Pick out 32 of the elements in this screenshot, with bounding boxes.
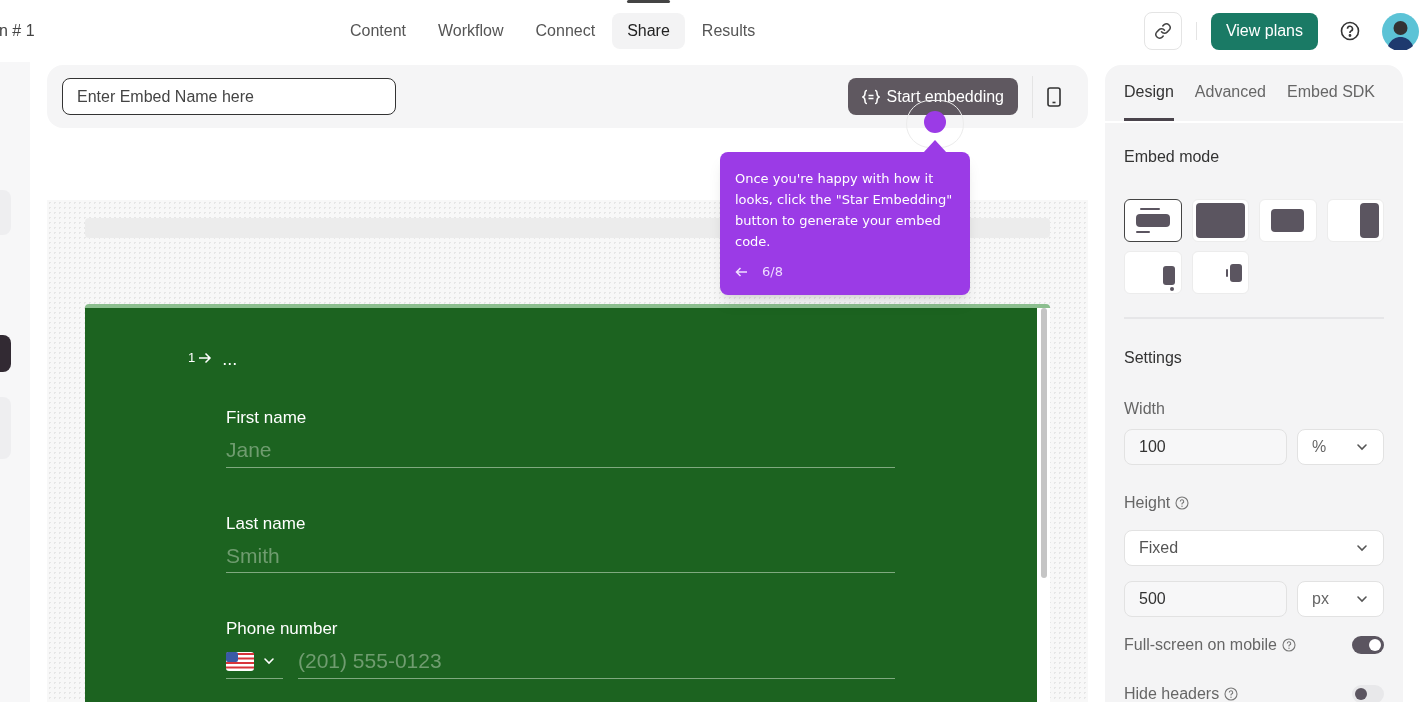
tooltip-text: Once you're happy with how it looks, click the "Star Embedding" button to generate your embed code. xyxy=(735,170,954,251)
field-label: Phone number xyxy=(226,618,339,640)
height-mode-select[interactable]: Fixed xyxy=(1124,530,1384,566)
field-label: Last name xyxy=(226,512,307,535)
step-counter: 6/8 xyxy=(762,263,783,281)
nav-tab[interactable]: Results xyxy=(686,13,771,49)
text-field[interactable]: Smith xyxy=(226,539,895,573)
height-field[interactable]: 500 xyxy=(1124,581,1287,617)
panel-tab[interactable]: Embed SDK xyxy=(1287,65,1376,121)
field-label: Width xyxy=(1124,399,1166,419)
phone-field[interactable]: (201) 555-0123 xyxy=(298,644,895,679)
toggle-label: Hide headers xyxy=(1124,684,1220,702)
view-plans-button[interactable]: View plans xyxy=(1210,12,1318,50)
panel-tab[interactable]: Design xyxy=(1124,65,1174,121)
form-title: n # 1 xyxy=(0,21,36,41)
start-embedding-button[interactable]: Start embedding xyxy=(847,78,1018,115)
section-title: Settings xyxy=(1124,348,1183,368)
height-unit-select[interactable]: px xyxy=(1297,581,1384,617)
width-unit-select[interactable]: % xyxy=(1297,429,1384,465)
question-title: ... xyxy=(222,348,238,371)
nav-tab[interactable]: Workflow xyxy=(423,13,519,49)
nav-tab[interactable]: Content xyxy=(335,13,422,49)
embed-name-field[interactable]: Enter Embed Name here xyxy=(62,78,396,115)
text-field[interactable]: Jane xyxy=(226,433,895,468)
width-field[interactable]: 100 xyxy=(1124,429,1287,465)
toggle-label: Full-screen on mobile xyxy=(1124,635,1277,655)
question-number: 1 xyxy=(188,348,196,367)
section-title: Embed mode xyxy=(1124,147,1221,167)
field-label: First name xyxy=(226,407,308,429)
panel-tab[interactable]: Advanced xyxy=(1194,65,1266,121)
nav-tab[interactable]: Connect xyxy=(520,13,611,49)
field-label: Height xyxy=(1124,493,1171,513)
